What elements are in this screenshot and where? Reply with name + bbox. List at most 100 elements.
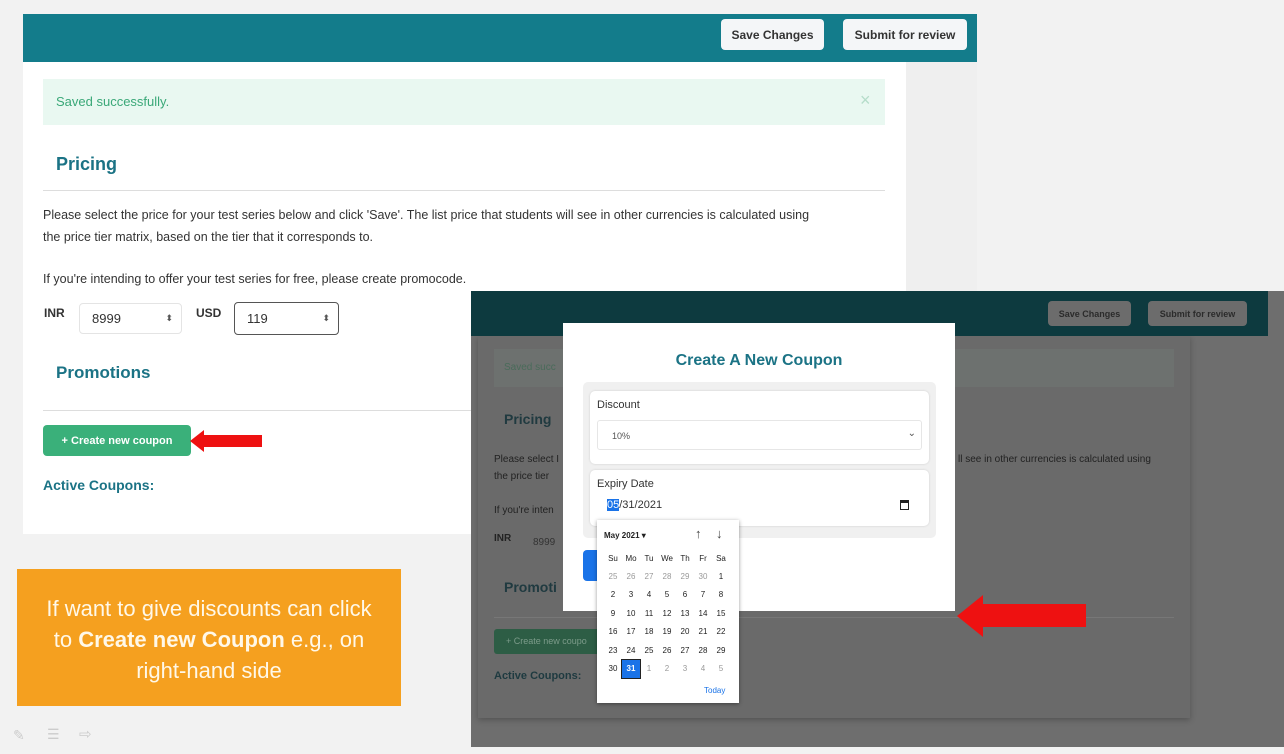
- weekday-header: We: [661, 553, 673, 563]
- calendar-day[interactable]: 8: [712, 586, 730, 605]
- today-link[interactable]: Today: [704, 686, 725, 695]
- calendar-day[interactable]: 23: [604, 641, 622, 660]
- red-arrow-icon: [190, 430, 204, 452]
- desc-dim-b: ll see in other currencies is calculated…: [958, 454, 1151, 465]
- calendar-day[interactable]: 24: [622, 641, 640, 660]
- spinner-icon: ⬍: [322, 313, 330, 323]
- calendar-day[interactable]: 1: [712, 567, 730, 586]
- calendar-day[interactable]: 30: [604, 660, 622, 679]
- active-coupons-label: Active Coupons:: [43, 477, 155, 493]
- calendar-week: 23 24 25 26 27 28 29: [604, 641, 730, 660]
- alert-text-dim: Saved succ: [504, 362, 556, 373]
- divider: [43, 190, 885, 191]
- calendar-day[interactable]: 27: [640, 567, 658, 586]
- calendar-day[interactable]: 9: [604, 604, 622, 623]
- calendar-week: 16 17 18 19 20 21 22: [604, 623, 730, 642]
- calendar-day[interactable]: 4: [694, 660, 712, 679]
- calendar-icon[interactable]: [900, 500, 909, 510]
- red-arrow-icon: [957, 595, 983, 637]
- submit-review-button[interactable]: Submit for review: [843, 19, 967, 50]
- calendar-day[interactable]: 2: [604, 586, 622, 605]
- calendar-day[interactable]: 14: [694, 604, 712, 623]
- weekday-header: Fr: [699, 553, 707, 563]
- save-changes-button[interactable]: Save Changes: [721, 19, 824, 50]
- inr-dim: INR: [494, 533, 512, 544]
- desc-dim-2: the price tier: [494, 471, 550, 482]
- calendar-day[interactable]: 21: [694, 623, 712, 642]
- calendar-day[interactable]: 5: [712, 660, 730, 679]
- weekday-header: Th: [680, 553, 690, 563]
- calendar-day[interactable]: 3: [676, 660, 694, 679]
- modal-title: Create A New Coupon: [675, 352, 843, 369]
- calendar-day[interactable]: 2: [658, 660, 676, 679]
- calendar-day[interactable]: 4: [640, 586, 658, 605]
- calendar-week: 9 10 11 12 13 14 15: [604, 604, 730, 623]
- free-note: If you're intending to offer your test s…: [43, 272, 467, 286]
- calendar-day[interactable]: 7: [694, 586, 712, 605]
- calendar-day[interactable]: 26: [658, 641, 676, 660]
- calendar-day[interactable]: 29: [676, 567, 694, 586]
- create-coupon-dim[interactable]: + Create new coupo: [494, 629, 604, 654]
- promotions-title: Promotions: [56, 363, 151, 382]
- spinner-icon: ⬍: [165, 313, 173, 323]
- calendar-day[interactable]: 27: [676, 641, 694, 660]
- usd-price-select[interactable]: 119 ⬍: [234, 302, 339, 335]
- calendar-day[interactable]: 20: [676, 623, 694, 642]
- calendar-day[interactable]: 28: [658, 567, 676, 586]
- inr-price-select[interactable]: 8999 ⬍: [79, 303, 182, 334]
- calendar-day[interactable]: 5: [658, 586, 676, 605]
- inr-value-dim: 8999: [533, 537, 556, 548]
- calendar-day[interactable]: 25: [604, 567, 622, 586]
- calendar-day[interactable]: 13: [676, 604, 694, 623]
- calendar-day[interactable]: 30: [694, 567, 712, 586]
- left-header: [23, 14, 977, 62]
- calendar-day[interactable]: 11: [640, 604, 658, 623]
- red-arrow-shaft: [203, 435, 262, 447]
- arrow-up-icon[interactable]: ↑: [695, 526, 702, 541]
- calendar-day[interactable]: 26: [622, 567, 640, 586]
- close-icon[interactable]: ×: [860, 90, 871, 111]
- desc-dim-a: Please select I: [494, 454, 560, 465]
- calendar-day[interactable]: 3: [622, 586, 640, 605]
- pricing-desc-2: the price tier matrix, based on the tier…: [43, 230, 374, 244]
- expiry-date-input[interactable]: 05/31/2021: [607, 499, 917, 515]
- calendar-day[interactable]: 22: [712, 623, 730, 642]
- discount-select[interactable]: 10% ⌄: [597, 420, 922, 450]
- next-arrow-icon[interactable]: ⇨: [79, 725, 92, 743]
- callout-line-3: right-hand side: [136, 658, 282, 683]
- month-year-dropdown[interactable]: May 2021 ▾: [604, 531, 646, 540]
- callout-text: to: [53, 627, 79, 652]
- active-dim: Active Coupons:: [494, 670, 582, 682]
- submit-review-button-dim[interactable]: Submit for review: [1148, 301, 1247, 326]
- discount-value: 10%: [612, 431, 631, 441]
- save-changes-button-dim[interactable]: Save Changes: [1048, 301, 1131, 326]
- expiry-label: Expiry Date: [597, 478, 654, 490]
- calendar-day[interactable]: 12: [658, 604, 676, 623]
- red-arrow-shaft: [982, 604, 1086, 627]
- calendar-day[interactable]: 1: [640, 660, 658, 679]
- pen-icon[interactable]: ✎: [13, 727, 25, 744]
- calendar-day[interactable]: 29: [712, 641, 730, 660]
- notes-icon[interactable]: ☰: [47, 726, 60, 743]
- calendar-week: 25 26 27 28 29 30 1: [604, 567, 730, 586]
- weekday-header: Su: [608, 553, 618, 563]
- calendar-day[interactable]: 18: [640, 623, 658, 642]
- discount-label: Discount: [597, 399, 640, 411]
- calendar-day[interactable]: 28: [694, 641, 712, 660]
- calendar-day[interactable]: 6: [676, 586, 694, 605]
- calendar-week: 30 31 1 2 3 4 5: [604, 658, 730, 679]
- calendar-week: 2345678: [604, 586, 730, 605]
- calendar-day[interactable]: 17: [622, 623, 640, 642]
- calendar-day[interactable]: 16: [604, 623, 622, 642]
- success-alert: [43, 79, 885, 125]
- create-coupon-button[interactable]: + Create new coupon: [43, 425, 191, 456]
- calendar-day[interactable]: 19: [658, 623, 676, 642]
- calendar-day-selected[interactable]: 31: [621, 658, 641, 679]
- calendar-day[interactable]: 15: [712, 604, 730, 623]
- inr-value: 8999: [92, 311, 121, 326]
- calendar-day[interactable]: 10: [622, 604, 640, 623]
- promo-dim: Promoti: [504, 579, 557, 595]
- calendar-day[interactable]: 25: [640, 641, 658, 660]
- arrow-down-icon[interactable]: ↓: [716, 526, 723, 541]
- usd-value: 119: [247, 311, 268, 326]
